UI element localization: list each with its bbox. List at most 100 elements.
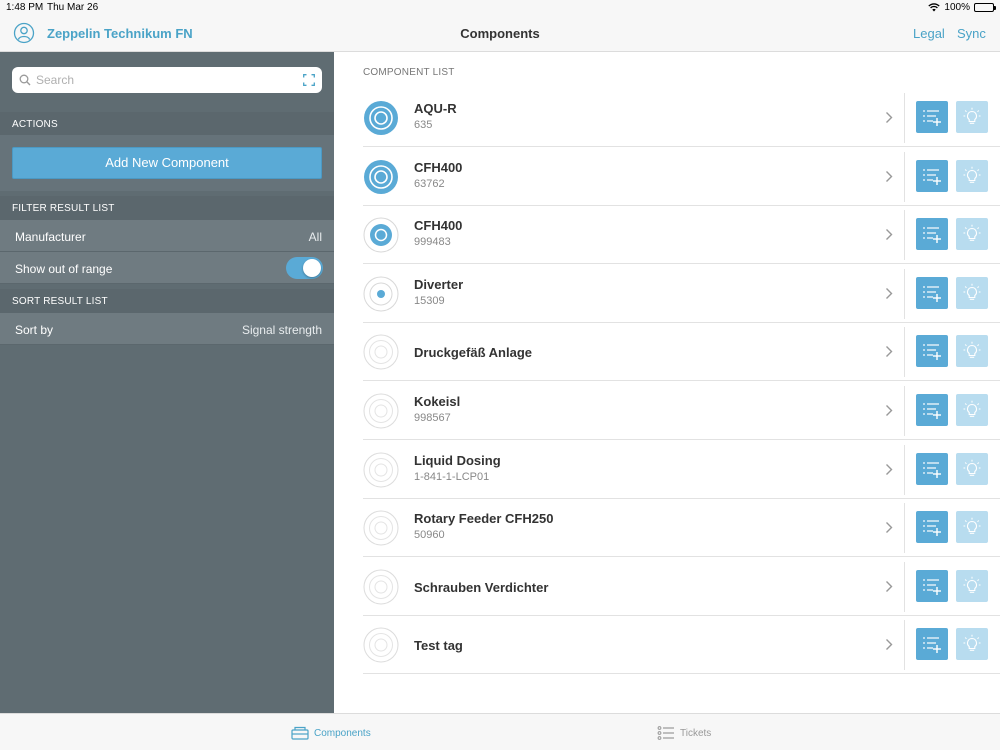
add-ticket-button[interactable] [916, 218, 948, 251]
sort-by-value: Signal strength [241, 323, 322, 337]
component-row[interactable]: Kokeisl 998567 [363, 382, 1000, 440]
add-ticket-button[interactable] [916, 511, 948, 544]
row-divider [904, 93, 905, 143]
locate-light-button[interactable] [956, 394, 988, 426]
component-name: Kokeisl [414, 394, 461, 409]
out-of-range-toggle[interactable] [286, 257, 323, 279]
signal-strength-icon [363, 217, 399, 253]
add-ticket-button[interactable] [916, 101, 948, 133]
manufacturer-value: All [308, 230, 322, 244]
lightbulb-icon [963, 107, 981, 124]
sort-by-row[interactable]: Sort by Signal strength [0, 313, 334, 345]
component-row[interactable]: Rotary Feeder CFH250 50960 [363, 499, 1000, 558]
locate-light-button[interactable] [956, 335, 988, 368]
row-divider [904, 386, 905, 436]
lightbulb-icon [963, 166, 981, 183]
locate-light-button[interactable] [956, 569, 988, 602]
component-row[interactable]: CFH400 999483 [363, 206, 1000, 265]
sync-button[interactable]: Sync [957, 26, 986, 41]
add-ticket-button[interactable] [916, 276, 948, 309]
sort-header: SORT RESULT LIST [0, 289, 334, 313]
signal-strength-icon [363, 334, 399, 370]
component-list-panel: COMPONENT LIST AQU-R 635 CFH400 63762 CFH400… [334, 52, 1000, 713]
component-row[interactable]: Diverter 15309 [363, 265, 1000, 323]
chevron-right-icon[interactable] [885, 521, 893, 534]
add-ticket-icon [923, 637, 941, 654]
battery-percent: 100% [944, 2, 970, 13]
locate-light-button[interactable] [956, 276, 988, 309]
chevron-right-icon[interactable] [885, 111, 893, 124]
signal-strength-icon [363, 393, 399, 429]
chevron-right-icon[interactable] [885, 404, 893, 417]
component-row[interactable]: Druckgefäß Anlage [363, 323, 1000, 382]
chevron-right-icon[interactable] [885, 580, 893, 593]
component-name: CFH400 [414, 159, 463, 175]
add-ticket-button[interactable] [916, 394, 948, 426]
chevron-right-icon[interactable] [885, 170, 893, 183]
search-input[interactable] [36, 71, 298, 89]
component-name: CFH400 [414, 218, 463, 234]
navigation-bar: Zeppelin Technikum FN Components Legal S… [0, 14, 1000, 52]
chevron-right-icon[interactable] [885, 638, 893, 651]
lightbulb-icon [963, 517, 981, 535]
tab-bar: Components Tickets [0, 713, 1000, 750]
chevron-right-icon[interactable] [885, 463, 893, 476]
add-ticket-icon [923, 168, 941, 185]
signal-strength-icon [363, 452, 399, 488]
add-ticket-button[interactable] [916, 569, 948, 602]
component-id: 63762 [414, 177, 445, 190]
component-name: Druckgefäß Anlage [414, 345, 532, 361]
lightbulb-icon [963, 224, 981, 242]
component-row[interactable]: AQU-R 635 [363, 89, 1000, 147]
components-tab-icon [291, 726, 309, 740]
battery-icon [974, 3, 996, 12]
chevron-right-icon[interactable] [885, 345, 893, 358]
row-divider [904, 503, 905, 554]
row-divider [904, 268, 905, 319]
component-row[interactable]: CFH400 63762 [363, 148, 1000, 206]
chevron-right-icon[interactable] [885, 228, 893, 241]
status-date: Thu Mar 26 [47, 2, 99, 13]
row-divider [904, 210, 905, 261]
manufacturer-label: Manufacturer [15, 230, 86, 244]
scan-icon[interactable] [303, 74, 315, 86]
component-row[interactable]: Schrauben Verdichter [363, 558, 1000, 616]
tab-components-label: Components [314, 727, 371, 739]
tickets-tab-icon [657, 726, 674, 740]
status-bar: 1:48 PM Thu Mar 26 100% [0, 0, 1000, 14]
component-name: Rotary Feeder CFH250 [414, 511, 554, 527]
add-ticket-icon [923, 285, 941, 302]
locate-light-button[interactable] [956, 101, 988, 133]
lightbulb-icon [963, 459, 981, 476]
component-name: Diverter [414, 276, 464, 292]
add-new-component-button[interactable]: Add New Component [12, 147, 322, 179]
search-box[interactable] [12, 67, 322, 93]
locate-light-button[interactable] [956, 159, 988, 192]
locate-light-button[interactable] [956, 218, 988, 251]
add-ticket-button[interactable] [916, 628, 948, 661]
locate-light-button[interactable] [956, 452, 988, 485]
signal-strength-icon [364, 159, 398, 194]
tab-tickets[interactable]: Tickets [657, 724, 711, 742]
row-divider [904, 620, 905, 671]
add-ticket-button[interactable] [916, 335, 948, 368]
row-divider [904, 327, 905, 378]
add-ticket-button[interactable] [916, 159, 948, 192]
add-ticket-button[interactable] [916, 452, 948, 485]
chevron-right-icon[interactable] [885, 287, 893, 300]
component-row[interactable]: Test tag [363, 616, 1000, 675]
tab-components[interactable]: Components [291, 724, 371, 742]
status-time: 1:48 PM [6, 2, 44, 13]
component-row[interactable]: Liquid Dosing 1-841-1-LCP01 [363, 441, 1000, 499]
locate-light-button[interactable] [956, 628, 988, 661]
lightbulb-icon [963, 576, 981, 593]
component-id: 635 [414, 119, 433, 131]
app-title[interactable]: Zeppelin Technikum FN [47, 26, 193, 41]
manufacturer-filter[interactable]: Manufacturer All [0, 220, 334, 252]
add-ticket-icon [923, 403, 941, 419]
locate-light-button[interactable] [956, 511, 988, 544]
profile-icon[interactable] [13, 22, 35, 44]
tab-tickets-label: Tickets [680, 727, 712, 739]
legal-button[interactable]: Legal [913, 26, 945, 41]
row-divider [904, 561, 905, 612]
